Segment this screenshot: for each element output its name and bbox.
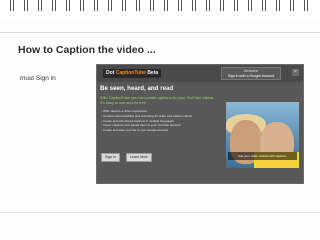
slide-page: How to Caption the video ... must Sign i… [0,0,320,240]
binder-ring [66,0,70,11]
lead-text: With CaptionTube you can create captions… [100,96,215,105]
logo-prefix: Dot [106,70,115,76]
learn-more-button[interactable]: Learn More [126,153,153,162]
feature-list: Offer viewers a richer experience Increa… [101,109,221,133]
binder-ring [234,0,238,11]
binder-ring [290,0,294,11]
binder-ring [150,0,154,11]
binder-ring [276,0,280,11]
captiontube-logo[interactable]: Dot CaptionTube Beta [103,69,162,78]
promo-photo: Get your video noticed with captions [226,102,299,168]
sign-in-box[interactable]: Welcome Sign in with a Google Account [221,67,281,80]
binder-ring [80,0,84,11]
binder-rings [0,0,320,22]
binder-ring [262,0,266,11]
slide-title: How to Caption the video ... [18,44,156,56]
welcome-label: Welcome [243,69,259,73]
sign-in-button[interactable]: Sign in [101,153,120,162]
binder-ring [248,0,252,11]
site-header: Dot CaptionTube Beta Welcome Sign in wit… [97,65,303,82]
action-buttons: Sign in Learn More [101,145,154,162]
photo-caption: Get your video noticed with captions [228,152,297,160]
close-icon[interactable]: × [292,69,299,76]
binder-ring [108,0,112,11]
binder-ring [24,0,28,11]
binder-ring [192,0,196,11]
binder-ring [304,0,308,11]
binder-ring [10,0,14,11]
binder-ring [178,0,182,11]
side-note: must Sign in [20,75,56,82]
binder-ring [94,0,98,11]
headline: Be seen, heard, and read [100,85,173,92]
top-divider [0,32,320,33]
binder-ring [164,0,168,11]
binder-ring [52,0,56,11]
logo-accent: CaptionTube [115,70,146,76]
binder-ring [220,0,224,11]
binder-ring [38,0,42,11]
list-item: Create and save your file to your Google… [101,128,221,133]
bottom-divider [0,212,320,213]
headline-prefix: Be seen, heard, and [100,85,159,92]
sign-in-link[interactable]: Sign in with a Google Account [222,74,280,78]
binder-ring [136,0,140,11]
logo-suffix: Beta [147,70,159,76]
binder-ring [206,0,210,11]
embedded-screenshot: Dot CaptionTube Beta Welcome Sign in wit… [96,64,304,184]
headline-strong: read [160,85,174,92]
binder-ring [122,0,126,11]
